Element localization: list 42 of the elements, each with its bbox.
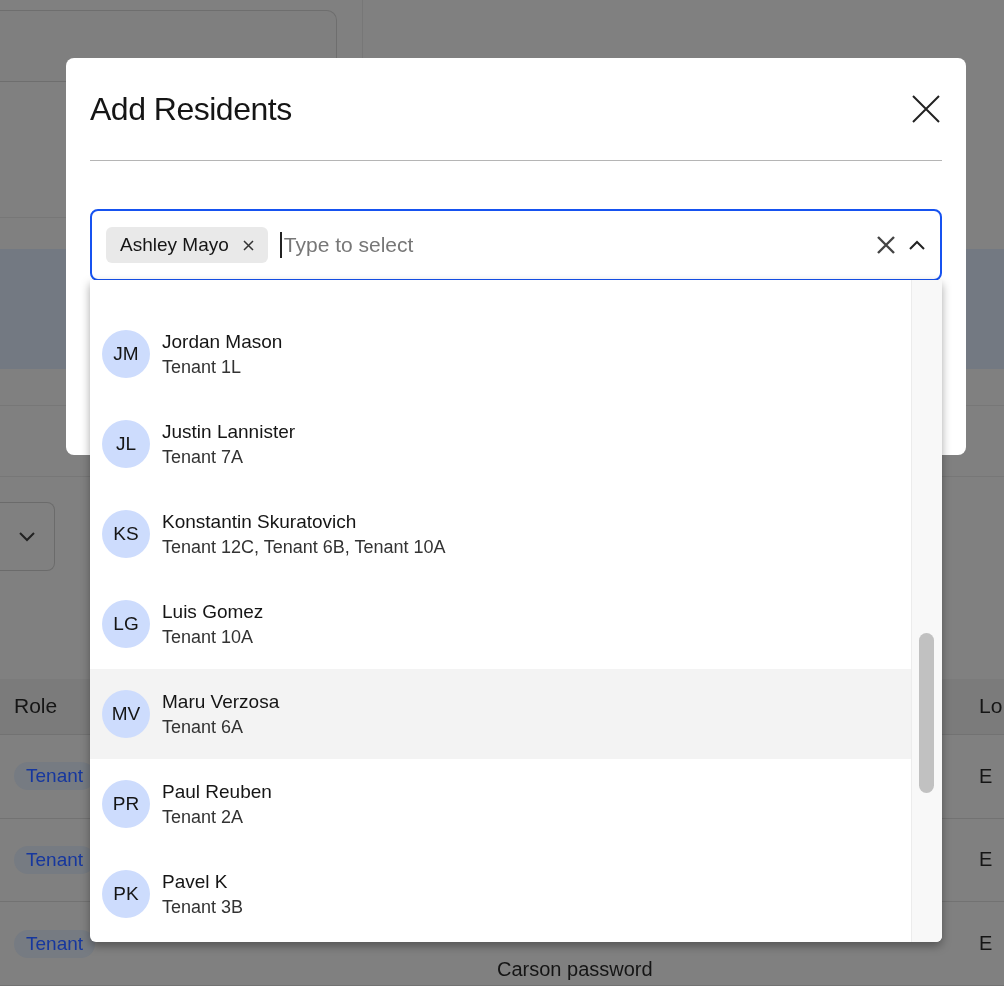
resident-option[interactable]: LG Luis Gomez Tenant 10A bbox=[90, 579, 911, 669]
table-cell-text: Carson password bbox=[497, 958, 653, 982]
avatar-initials: JL bbox=[102, 420, 150, 468]
avatar-initials: PK bbox=[102, 870, 150, 918]
avatar-initials: PR bbox=[102, 780, 150, 828]
resident-name: Maru Verzosa bbox=[162, 690, 280, 713]
resident-option[interactable]: KS Konstantin Skuratovich Tenant 12C, Tenant 6B, Tenant 10A bbox=[90, 489, 911, 579]
resident-units: Tenant 10A bbox=[162, 626, 255, 648]
close-button[interactable] bbox=[910, 93, 942, 125]
resident-units: Tenant 12C, Tenant 6B, Tenant 10A bbox=[162, 536, 446, 558]
role-badge: Tenant bbox=[14, 929, 96, 958]
remove-icon[interactable] bbox=[242, 239, 254, 251]
resident-units: Tenant 7A bbox=[162, 446, 245, 468]
column-header: Lo bbox=[979, 694, 1003, 719]
resident-option[interactable]: MV Maru Verzosa Tenant 6A bbox=[90, 669, 911, 759]
scrollbar-thumb[interactable] bbox=[919, 633, 934, 793]
toggle-button[interactable] bbox=[908, 239, 926, 251]
selected-chip[interactable]: Ashley Mayo bbox=[106, 227, 268, 263]
search-input[interactable]: Type to select bbox=[279, 232, 864, 258]
resident-units: Tenant 6A bbox=[162, 716, 245, 738]
resident-name: Konstantin Skuratovich bbox=[162, 510, 358, 533]
column-header: Role bbox=[14, 694, 58, 719]
resident-units: Tenant 3B bbox=[162, 896, 244, 918]
avatar-initials: JM bbox=[102, 330, 150, 378]
resident-name: Paul Reuben bbox=[162, 780, 272, 803]
table-cell: E bbox=[979, 848, 993, 872]
chevron-down-icon bbox=[18, 530, 36, 543]
avatar-initials: LG bbox=[102, 600, 150, 648]
resident-option[interactable]: JL Justin Lannister Tenant 7A bbox=[90, 399, 911, 489]
avatar-initials: MV bbox=[102, 690, 150, 738]
resident-name: Luis Gomez bbox=[162, 600, 264, 623]
resident-units: Tenant 1L bbox=[162, 356, 243, 378]
clear-button[interactable] bbox=[876, 235, 896, 255]
resident-name: Justin Lannister bbox=[162, 420, 296, 443]
resident-option[interactable]: JM Jordan Mason Tenant 1L bbox=[90, 309, 911, 399]
dialog-title: Add Residents bbox=[90, 90, 292, 128]
table-cell: E bbox=[979, 764, 993, 788]
avatar-initials: KS bbox=[102, 510, 150, 558]
resident-units: Tenant 2A bbox=[162, 806, 245, 828]
table-cell: E bbox=[979, 932, 993, 956]
resident-name: Pavel K bbox=[162, 870, 229, 893]
resident-name: Jordan Mason bbox=[162, 330, 283, 353]
